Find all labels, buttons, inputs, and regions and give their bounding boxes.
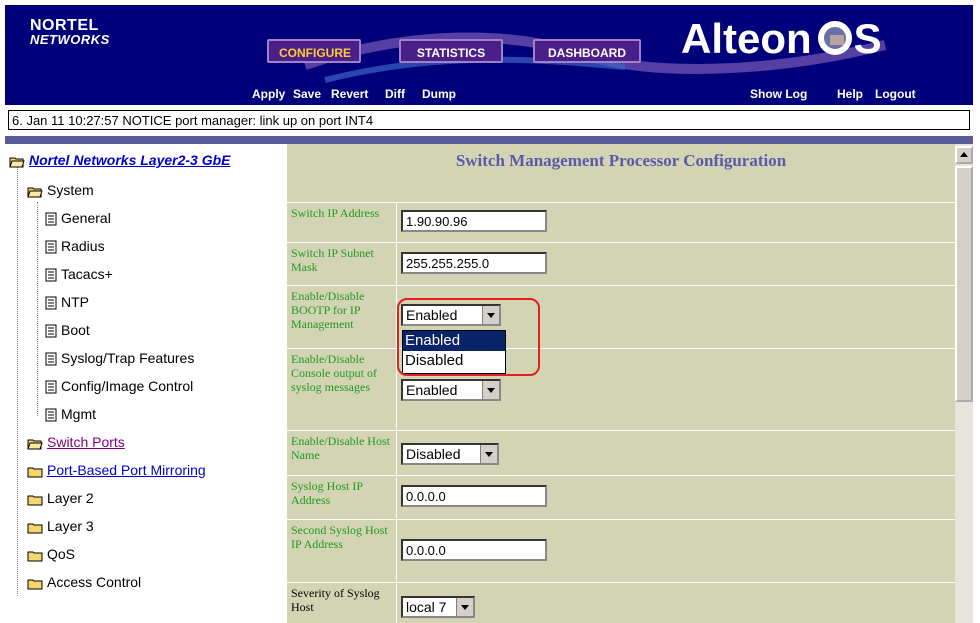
field-label: Enable/Disable Console output of syslog … <box>287 349 397 431</box>
tree-item-radius[interactable]: Radius <box>45 235 105 257</box>
open-folder-icon <box>9 157 25 168</box>
field-label: Severity of Syslog Host <box>287 583 397 623</box>
switch-ip-input[interactable]: 1.90.90.96 <box>401 210 547 232</box>
console-output-select[interactable]: Enabled <box>401 379 501 401</box>
tab-statistics[interactable]: STATISTICS <box>399 39 503 63</box>
tree-folder-layer2[interactable]: Layer 2 <box>27 487 94 509</box>
tree-folder-switch-ports[interactable]: Switch Ports <box>27 431 125 453</box>
document-icon <box>45 268 57 282</box>
tree-item-tacacs[interactable]: Tacacs+ <box>45 263 113 285</box>
document-icon <box>45 408 57 422</box>
document-icon <box>45 380 57 394</box>
document-icon <box>45 296 57 310</box>
annotation-highlight <box>397 298 540 376</box>
form-row: Enable/Disable Host Name Disabled <box>287 430 955 476</box>
tree-item-syslog-trap[interactable]: Syslog/Trap Features <box>45 347 194 369</box>
chevron-down-icon[interactable] <box>456 598 473 616</box>
revert-link[interactable]: Revert <box>331 87 368 101</box>
folder-icon <box>27 495 43 506</box>
form-row: Severity of Syslog Host local 7 <box>287 582 955 623</box>
tree-line <box>17 166 18 596</box>
folder-icon <box>27 467 43 478</box>
tree-folder-qos[interactable]: QoS <box>27 543 75 565</box>
tree-item-general[interactable]: General <box>45 207 111 229</box>
form-row: Switch IP Subnet Mask 255.255.255.0 <box>287 242 955 286</box>
tree-root[interactable]: Nortel Networks Layer2-3 GbE <box>9 149 231 171</box>
dump-link[interactable]: Dump <box>422 87 456 101</box>
open-folder-icon <box>27 187 43 198</box>
os-ring-icon <box>817 21 852 55</box>
show-log-link[interactable]: Show Log <box>750 87 807 101</box>
alteon-os-brand: Alteon S <box>681 15 882 62</box>
diff-link[interactable]: Diff <box>385 87 405 101</box>
tree-root-link[interactable]: Nortel Networks Layer2-3 GbE <box>29 152 231 168</box>
logout-link[interactable]: Logout <box>875 87 916 101</box>
divider-bar <box>5 136 973 144</box>
severity-select[interactable]: local 7 <box>401 596 475 618</box>
host-name-select[interactable]: Disabled <box>401 443 499 465</box>
vertical-scrollbar[interactable] <box>955 144 973 623</box>
document-icon <box>45 212 57 226</box>
apply-link[interactable]: Apply <box>252 87 285 101</box>
field-label: Switch IP Address <box>287 203 397 243</box>
tree-folder-system[interactable]: System <box>27 179 94 201</box>
tree-folder-access-control[interactable]: Access Control <box>27 571 141 593</box>
scroll-up-icon[interactable] <box>955 146 973 164</box>
nortel-logo: NORTEL NETWORKS <box>30 17 110 47</box>
form-row: Enable/Disable BOOTP for IP Management E… <box>287 285 955 349</box>
open-folder-icon <box>27 439 43 450</box>
form-row: Switch IP Address 1.90.90.96 <box>287 202 955 243</box>
page-title: Switch Management Processor Configuratio… <box>455 151 787 170</box>
form-row: Second Syslog Host IP Address 0.0.0.0 <box>287 519 955 583</box>
save-link[interactable]: Save <box>293 87 321 101</box>
tree-folder-port-mirroring[interactable]: Port-Based Port Mirroring <box>27 459 206 481</box>
tree-item-mgmt[interactable]: Mgmt <box>45 403 96 425</box>
syslog-host-input[interactable]: 0.0.0.0 <box>401 485 547 507</box>
navigation-tree: Nortel Networks Layer2-3 GbE System Gene… <box>5 144 289 623</box>
field-label: Enable/Disable BOOTP for IP Management <box>287 286 397 349</box>
field-label: Second Syslog Host IP Address <box>287 520 397 583</box>
document-icon <box>45 352 57 366</box>
form-row: Enable/Disable Console output of syslog … <box>287 348 955 431</box>
header-banner: NORTEL NETWORKS CONFIGURE STATISTICS DAS… <box>5 5 973 105</box>
folder-icon <box>27 579 43 590</box>
help-link[interactable]: Help <box>837 87 863 101</box>
subnet-mask-input[interactable]: 255.255.255.0 <box>401 252 547 274</box>
folder-icon <box>27 523 43 534</box>
tab-dashboard[interactable]: DASHBOARD <box>533 39 641 63</box>
tree-item-boot[interactable]: Boot <box>45 319 90 341</box>
field-label: Enable/Disable Host Name <box>287 431 397 476</box>
tree-line <box>37 202 38 416</box>
document-icon <box>45 324 57 338</box>
tree-folder-layer3[interactable]: Layer 3 <box>27 515 94 537</box>
field-label: Switch IP Subnet Mask <box>287 243 397 286</box>
tree-item-config-image[interactable]: Config/Image Control <box>45 375 193 397</box>
field-label: Syslog Host IP Address <box>287 476 397 520</box>
scroll-thumb[interactable] <box>955 166 973 402</box>
chevron-down-icon[interactable] <box>482 381 499 399</box>
form-row: Syslog Host IP Address 0.0.0.0 <box>287 475 955 520</box>
document-icon <box>45 240 57 254</box>
chevron-down-icon[interactable] <box>480 445 497 463</box>
folder-icon <box>27 551 43 562</box>
tree-item-ntp[interactable]: NTP <box>45 291 89 313</box>
tab-configure[interactable]: CONFIGURE <box>267 39 361 63</box>
status-message: 6. Jan 11 10:27:57 NOTICE port manager: … <box>8 110 970 130</box>
content-pane: Switch Management Processor Configuratio… <box>287 144 955 623</box>
second-syslog-host-input[interactable]: 0.0.0.0 <box>401 539 547 561</box>
